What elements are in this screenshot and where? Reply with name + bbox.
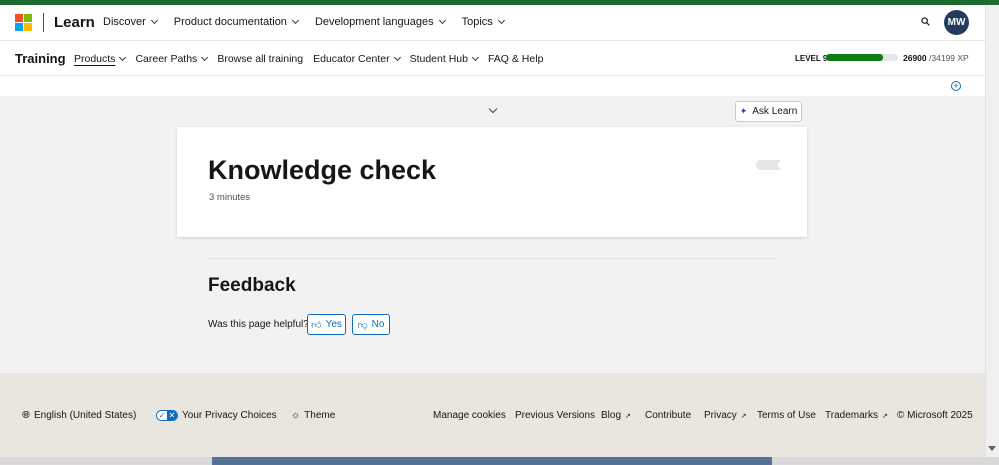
external-link-icon: ↗	[881, 412, 888, 420]
nav-products[interactable]: Products	[74, 53, 127, 65]
search-icon[interactable]	[921, 17, 930, 26]
collapse-chevron-icon[interactable]	[488, 104, 498, 114]
page-footer: 🌐︎ English (United States) ✓ ✕ Your Priva…	[0, 373, 985, 457]
user-avatar[interactable]: MW	[944, 10, 969, 35]
toolbar-band	[0, 76, 985, 96]
thumbs-up-icon: 👍︎	[311, 319, 322, 331]
chevron-down-icon	[393, 53, 401, 62]
chevron-down-icon	[201, 53, 209, 62]
training-title[interactable]: Training	[15, 51, 66, 66]
xp-progress-bar	[826, 54, 898, 61]
xp-total: /34199 XP	[929, 53, 969, 63]
privacy-link[interactable]: Privacy ↗	[704, 410, 747, 421]
chevron-down-icon	[497, 16, 505, 25]
ask-learn-button[interactable]: ✦ Ask Learn	[735, 101, 802, 122]
header-divider	[43, 13, 44, 32]
feedback-question: Was this page helpful?	[208, 319, 309, 330]
global-nav: Discover Product documentation Developme…	[103, 16, 505, 28]
microsoft-logo-icon[interactable]	[15, 14, 32, 31]
feedback-title: Feedback	[208, 275, 296, 296]
unit-header-card: Knowledge check 3 minutes	[177, 127, 807, 237]
global-header: Learn Discover Product documentation Dev…	[0, 5, 985, 41]
trademarks-link[interactable]: Trademarks ↗	[825, 410, 888, 421]
brand-link[interactable]: Learn	[54, 14, 95, 31]
nav-topics[interactable]: Topics	[462, 16, 505, 28]
nav-discover[interactable]: Discover	[103, 16, 158, 28]
scroll-down-arrow-icon[interactable]	[988, 446, 996, 451]
no-label: No	[371, 319, 385, 330]
taskbar	[0, 457, 999, 465]
feedback-no-button[interactable]: 👎︎ No	[352, 314, 390, 335]
privacy-choices-link[interactable]: ✓ ✕ Your Privacy Choices	[156, 410, 277, 421]
xp-progress-fill	[826, 54, 883, 61]
page-title: Knowledge check	[208, 155, 437, 185]
xp-current: 26900	[903, 53, 927, 63]
thumbs-down-icon: 👎︎	[357, 319, 368, 331]
nav-faq-help[interactable]: FAQ & Help	[488, 53, 543, 65]
chevron-down-icon	[150, 16, 158, 25]
manage-cookies-link[interactable]: Manage cookies	[433, 410, 506, 421]
chevron-down-icon	[471, 53, 480, 62]
sun-icon: ☼	[291, 410, 301, 421]
language-selector[interactable]: 🌐︎ English (United States)	[22, 410, 136, 421]
theme-button[interactable]: ☼ Theme	[291, 410, 335, 421]
external-link-icon: ↗	[740, 412, 747, 420]
terms-of-use-link[interactable]: Terms of Use	[757, 410, 816, 421]
training-nav: Products Career Paths Browse all trainin…	[74, 53, 543, 65]
chevron-down-icon	[119, 53, 127, 62]
yes-label: Yes	[325, 319, 342, 330]
xp-readout: 26900 /34199 XP	[903, 53, 969, 63]
globe-icon: 🌐︎	[22, 410, 30, 421]
sparkle-icon: ✦	[739, 106, 748, 116]
level-label: LEVEL 9	[795, 54, 828, 63]
copyright-text: © Microsoft 2025	[897, 410, 973, 421]
unit-duration: 3 minutes	[209, 192, 251, 203]
nav-development-languages[interactable]: Development languages	[315, 16, 446, 28]
nav-educator-center[interactable]: Educator Center	[313, 53, 401, 65]
chevron-down-icon	[291, 16, 299, 25]
content-divider	[208, 258, 775, 259]
add-circle-icon[interactable]: +	[951, 81, 961, 91]
privacy-toggle-icon: ✓ ✕	[156, 410, 178, 421]
ribbon-badge-icon	[755, 160, 781, 170]
nav-career-paths[interactable]: Career Paths	[135, 53, 209, 65]
feedback-yes-button[interactable]: 👍︎ Yes	[307, 314, 346, 335]
contribute-link[interactable]: Contribute	[645, 410, 691, 421]
learn-page: Learn Discover Product documentation Dev…	[0, 5, 985, 457]
taskbar-app[interactable]	[212, 457, 772, 465]
training-header: Training Products Career Paths Browse al…	[0, 41, 985, 76]
vertical-scrollbar[interactable]	[985, 5, 999, 457]
blog-link[interactable]: Blog ↗	[601, 410, 631, 421]
previous-versions-link[interactable]: Previous Versions	[515, 410, 595, 421]
external-link-icon: ↗	[625, 412, 631, 420]
nav-browse-all-training[interactable]: Browse all training	[217, 53, 303, 65]
nav-student-hub[interactable]: Student Hub	[410, 53, 480, 65]
ask-learn-label: Ask Learn	[752, 106, 798, 117]
chevron-down-icon	[438, 16, 446, 25]
nav-product-documentation[interactable]: Product documentation	[174, 16, 299, 28]
